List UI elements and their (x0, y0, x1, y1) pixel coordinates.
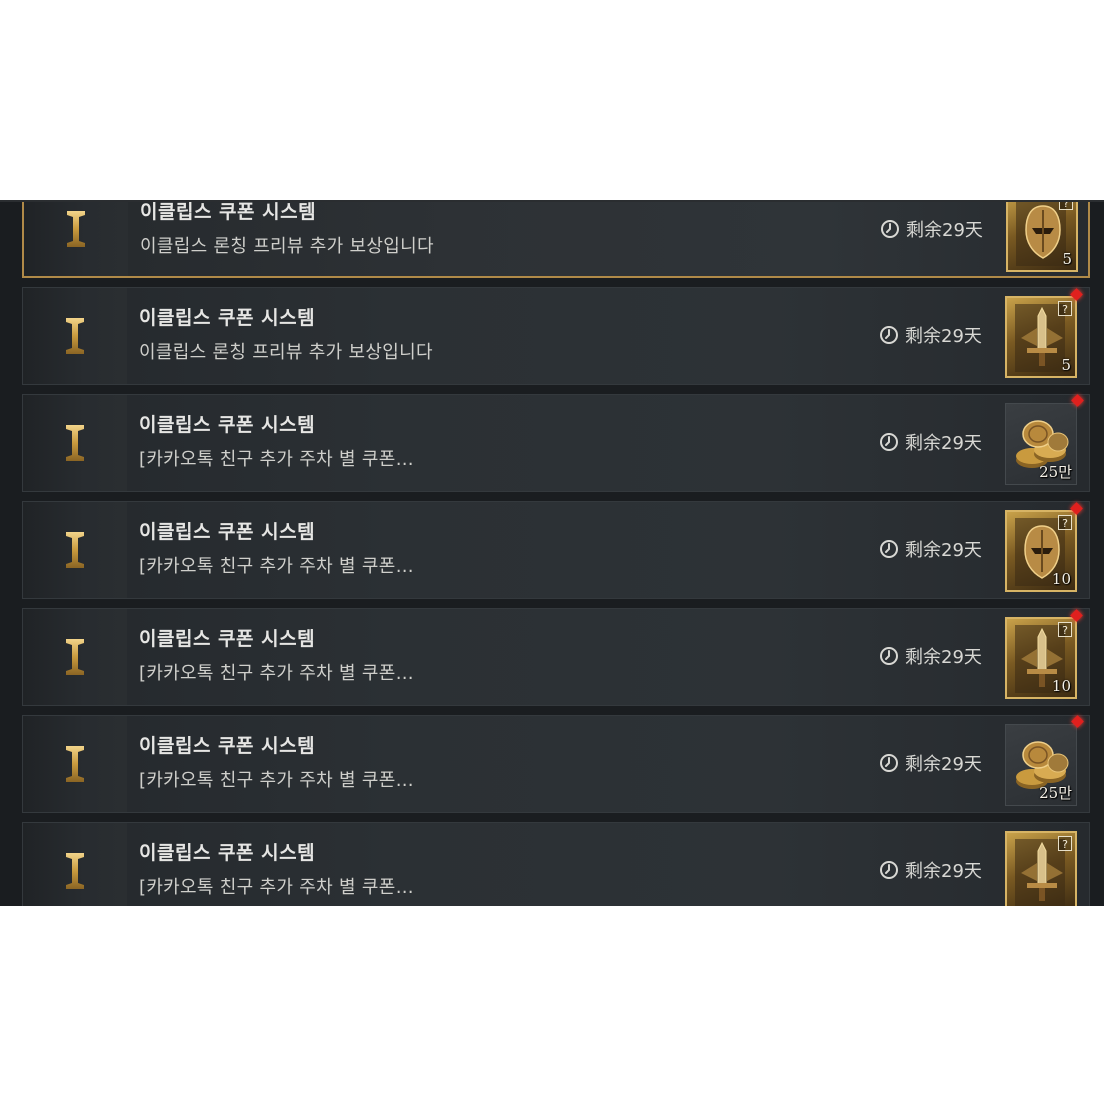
clock-icon (881, 220, 899, 238)
mail-type-icon-box (23, 288, 127, 384)
mail-row[interactable]: 이클립스 쿠폰 시스템 [카카오톡 친구 추가 주차 별 쿠폰… 剩余29天? 10 (22, 501, 1090, 599)
mail-type-icon-box (23, 609, 127, 705)
expiry-text: 剩余29天 (905, 861, 982, 882)
mail-description: [카카오톡 친구 추가 주차 별 쿠폰… (139, 770, 414, 791)
expiry-text: 剩余29天 (905, 754, 982, 775)
mail-description: [카카오톡 친구 추가 주차 별 쿠폰… (139, 877, 414, 898)
expiry-text: 剩余29天 (905, 433, 982, 454)
question-mark-icon: ? (1058, 515, 1072, 530)
cropped-bottom-text (0, 900, 420, 906)
mail-description: 이클립스 론칭 프리뷰 추가 보상입니다 (139, 342, 433, 363)
clock-icon (880, 647, 898, 665)
mail-list-panel: 이클립스 쿠폰 시스템 이클립스 론칭 프리뷰 추가 보상입니다 剩余29天? 5 이클… (0, 200, 1104, 906)
clock-icon (880, 433, 898, 451)
reward-item-slot[interactable]: 25만 (1005, 715, 1084, 806)
mail-row[interactable]: 이클립스 쿠폰 시스템 이클립스 론칭 프리뷰 추가 보상입니다 剩余29天? 5 (22, 287, 1090, 385)
reward-count: 10 (1051, 570, 1071, 588)
reward-item-slot[interactable]: ? 5 (1005, 288, 1083, 378)
expiry-timer: 剩余29天 (879, 321, 982, 349)
mail-description: 이클립스 론칭 프리뷰 추가 보상입니다 (140, 236, 434, 257)
mail-type-icon-box (23, 502, 127, 598)
mail-type-icon-box (24, 202, 128, 276)
question-mark-icon: ? (1059, 202, 1073, 210)
expiry-text: 剩余29天 (906, 220, 983, 241)
clock-icon (880, 540, 898, 558)
expiry-timer: 剩余29天 (879, 428, 982, 456)
reward-item-slot[interactable]: 25만 (1005, 394, 1084, 485)
mail-list: 이클립스 쿠폰 시스템 이클립스 론칭 프리뷰 추가 보상입니다 剩余29天? 5 이클… (22, 201, 1090, 906)
mail-title: 이클립스 쿠폰 시스템 (140, 201, 317, 223)
mail-title: 이클립스 쿠폰 시스템 (139, 842, 316, 864)
roman-numeral-one-icon (66, 425, 84, 461)
mail-description: [카카오톡 친구 추가 주차 별 쿠폰… (139, 663, 414, 684)
reward-count: 10 (1051, 677, 1071, 695)
clock-icon (880, 754, 898, 772)
expiry-text: 剩余29天 (905, 540, 982, 561)
roman-numeral-one-icon (67, 211, 85, 247)
reward-count: 5 (1061, 356, 1071, 374)
mail-row[interactable]: 이클립스 쿠폰 시스템 이클립스 론칭 프리뷰 추가 보상입니다 剩余29天? 5 (22, 201, 1090, 278)
mail-row[interactable]: 이클립스 쿠폰 시스템 [카카오톡 친구 추가 주차 별 쿠폰… 剩余29天? (22, 822, 1090, 906)
expiry-timer: 剩余29天 (879, 642, 982, 670)
question-mark-icon: ? (1058, 836, 1072, 851)
expiry-timer: 剩余29天 (879, 749, 982, 777)
clock-icon (880, 861, 898, 879)
roman-numeral-one-icon (66, 639, 84, 675)
mail-description: [카카오톡 친구 추가 주차 별 쿠폰… (139, 449, 414, 470)
mail-type-icon-box (23, 395, 127, 491)
reward-count: 25만 (1039, 784, 1072, 802)
reward-item-slot[interactable]: ? 10 (1005, 502, 1083, 592)
reward-count: 5 (1062, 250, 1072, 268)
reward-count: 25만 (1039, 463, 1072, 481)
mail-title: 이클립스 쿠폰 시스템 (139, 735, 316, 757)
clock-icon (880, 326, 898, 344)
mail-row[interactable]: 이클립스 쿠폰 시스템 [카카오톡 친구 추가 주차 별 쿠폰… 剩余29天? 10 (22, 608, 1090, 706)
question-mark-icon: ? (1058, 622, 1072, 637)
expiry-text: 剩余29天 (905, 647, 982, 668)
mail-row[interactable]: 이클립스 쿠폰 시스템 [카카오톡 친구 추가 주차 별 쿠폰… 剩余29天 25만 (22, 394, 1090, 492)
reward-item-slot[interactable]: ? 10 (1005, 609, 1083, 699)
mail-description: [카카오톡 친구 추가 주차 별 쿠폰… (139, 556, 414, 577)
mail-title: 이클립스 쿠폰 시스템 (139, 307, 316, 329)
expiry-timer: 剩余29天 (879, 856, 982, 884)
roman-numeral-one-icon (66, 532, 84, 568)
roman-numeral-one-icon (66, 853, 84, 889)
expiry-text: 剩余29天 (905, 326, 982, 347)
expiry-timer: 剩余29天 (880, 215, 983, 243)
roman-numeral-one-icon (66, 318, 84, 354)
reward-item-slot[interactable]: ? 5 (1006, 202, 1078, 272)
mail-title: 이클립스 쿠폰 시스템 (139, 414, 316, 436)
mail-type-icon-box (23, 823, 127, 906)
roman-numeral-one-icon (66, 746, 84, 782)
question-mark-icon: ? (1058, 301, 1072, 316)
mail-title: 이클립스 쿠폰 시스템 (139, 628, 316, 650)
mail-type-icon-box (23, 716, 127, 812)
expiry-timer: 剩余29天 (879, 535, 982, 563)
mail-row[interactable]: 이클립스 쿠폰 시스템 [카카오톡 친구 추가 주차 별 쿠폰… 剩余29天 25만 (22, 715, 1090, 813)
reward-item-slot[interactable]: ? (1005, 831, 1077, 906)
mail-title: 이클립스 쿠폰 시스템 (139, 521, 316, 543)
